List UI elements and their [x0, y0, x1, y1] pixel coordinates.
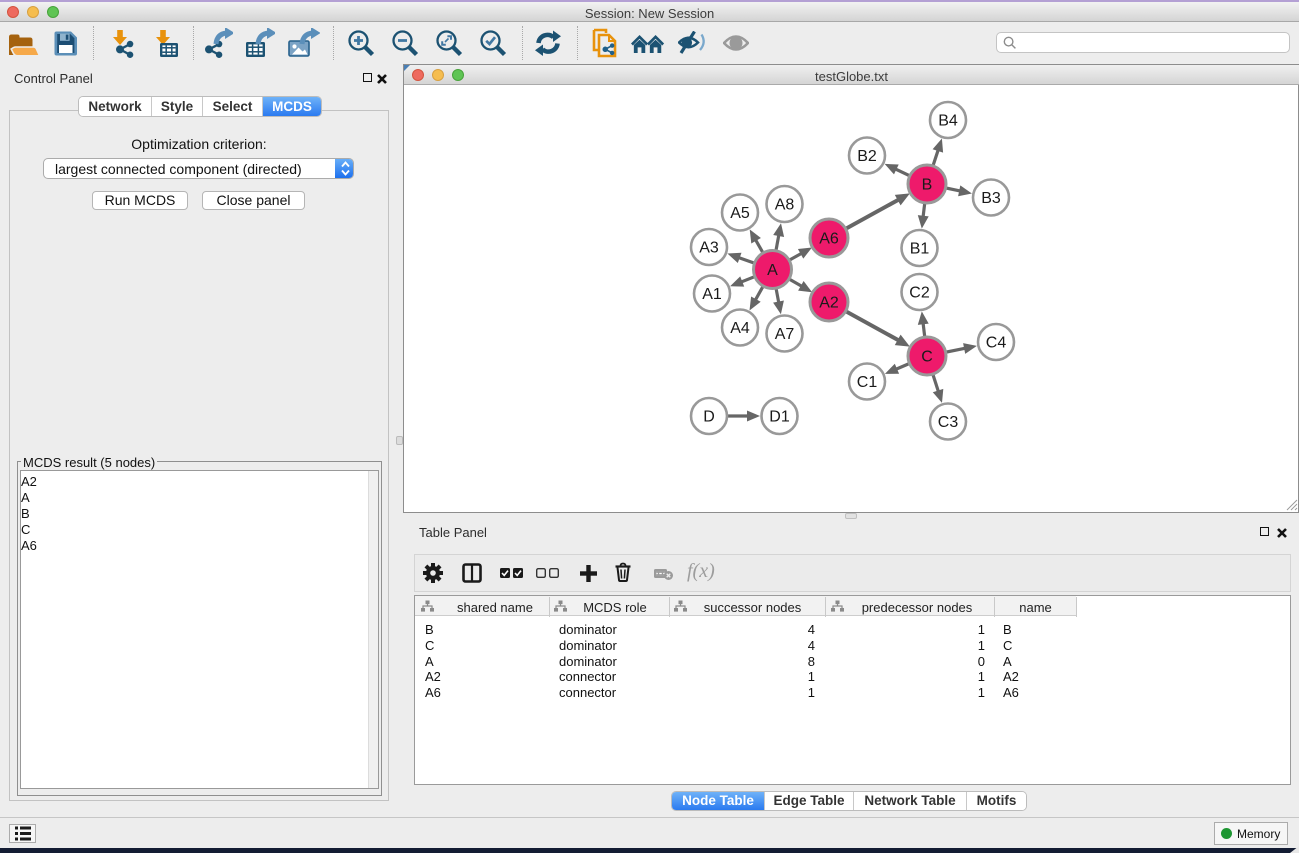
svg-text:A3: A3: [699, 240, 719, 257]
svg-text:B1: B1: [910, 241, 930, 258]
svg-text:A2: A2: [819, 295, 839, 312]
svg-text:A1: A1: [702, 286, 722, 303]
svg-text:B3: B3: [981, 190, 1001, 207]
svg-text:D: D: [703, 409, 715, 426]
svg-text:C2: C2: [909, 285, 930, 302]
svg-text:B2: B2: [857, 148, 877, 165]
svg-text:A5: A5: [730, 205, 750, 222]
svg-text:D1: D1: [769, 409, 790, 426]
svg-text:C3: C3: [938, 414, 959, 431]
svg-text:A: A: [767, 262, 778, 279]
svg-text:A6: A6: [819, 231, 839, 248]
svg-text:A4: A4: [730, 320, 750, 337]
svg-text:C4: C4: [986, 335, 1007, 352]
svg-text:A7: A7: [775, 326, 795, 343]
svg-text:C1: C1: [857, 374, 878, 391]
svg-text:A8: A8: [775, 197, 795, 214]
svg-text:B4: B4: [938, 113, 958, 130]
svg-text:B: B: [922, 177, 933, 194]
svg-text:C: C: [921, 349, 933, 366]
